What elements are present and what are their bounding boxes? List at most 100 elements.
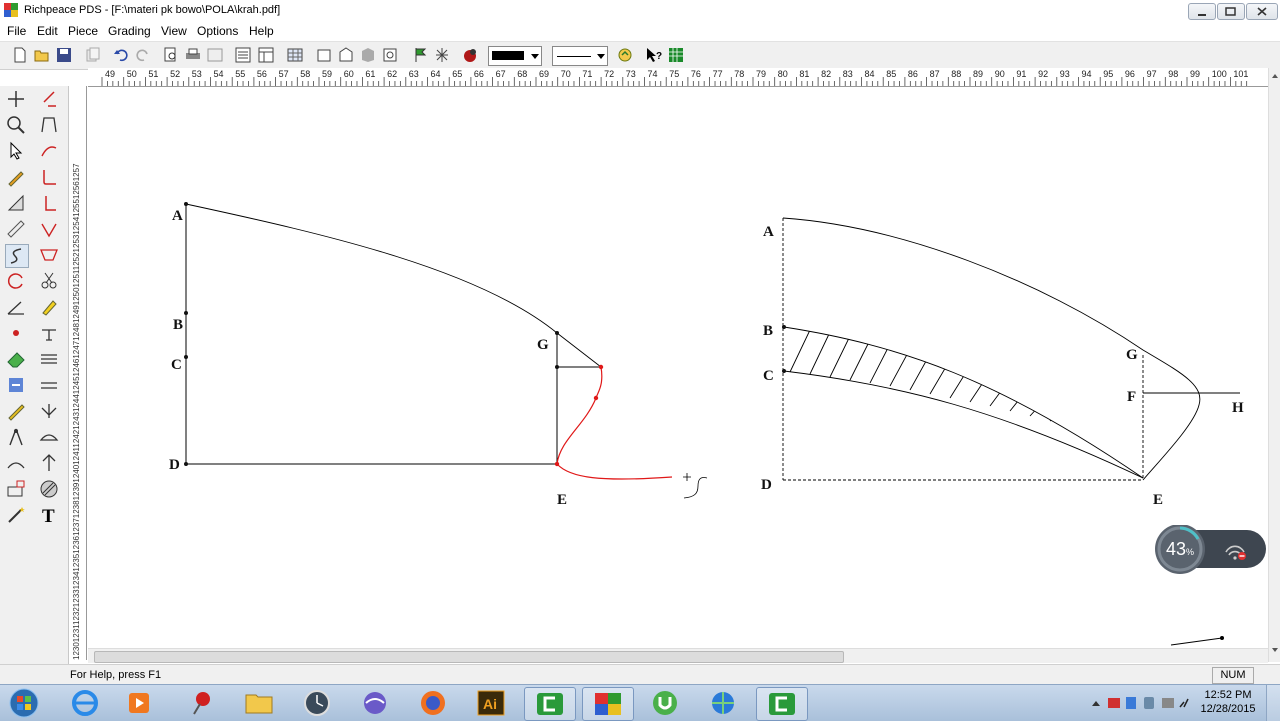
shirt-piece-icon[interactable] [315, 46, 333, 64]
camtasia-icon-1[interactable] [524, 687, 576, 721]
line-style-select[interactable] [552, 46, 608, 66]
network-globe-icon[interactable] [698, 687, 748, 719]
menu-piece[interactable]: Piece [68, 24, 98, 38]
context-help-icon[interactable]: ? [645, 46, 663, 64]
shape-icon[interactable] [38, 114, 60, 136]
triangle-ruler-icon[interactable] [5, 192, 27, 214]
show-desktop-button[interactable] [1266, 685, 1280, 721]
point-d[interactable] [184, 462, 188, 466]
minimize-button[interactable] [1188, 3, 1216, 20]
redo-icon[interactable] [134, 46, 152, 64]
color-fill-icon[interactable] [461, 46, 479, 64]
copy-icon[interactable] [84, 46, 102, 64]
point-a[interactable] [184, 202, 188, 206]
left-pattern-piece[interactable]: A B C D G E [169, 202, 708, 508]
save-icon[interactable] [55, 46, 73, 64]
walk-icon[interactable] [433, 46, 451, 64]
menu-options[interactable]: Options [197, 24, 238, 38]
curve-tool-icon[interactable] [5, 244, 29, 268]
network-speed-widget[interactable]: 43% [1154, 525, 1266, 575]
zoom-icon[interactable] [5, 114, 27, 136]
plot-icon[interactable] [206, 46, 224, 64]
magic-wand-icon[interactable] [5, 504, 27, 526]
file-explorer-icon[interactable] [234, 687, 284, 719]
horizontal-scroll-thumb[interactable] [94, 651, 844, 663]
marker-icon[interactable] [38, 296, 60, 318]
point-b[interactable] [184, 311, 188, 315]
point-mid[interactable] [555, 365, 559, 369]
hatch-icon[interactable] [38, 478, 60, 500]
refresh-icon[interactable] [616, 46, 634, 64]
piece-list-icon[interactable] [234, 46, 252, 64]
circle-tool-icon[interactable] [5, 270, 27, 292]
print-preview-icon[interactable] [162, 46, 180, 64]
illustrator-icon[interactable]: Ai [466, 687, 516, 719]
label-icon[interactable] [5, 478, 27, 500]
seam-icon[interactable] [38, 374, 60, 396]
measure-icon[interactable] [381, 46, 399, 64]
drawing-canvas[interactable]: A B C D G E A B C D G F H E [88, 86, 1268, 648]
menu-help[interactable]: Help [249, 24, 274, 38]
button-hole-icon[interactable] [38, 426, 60, 448]
internet-explorer-icon[interactable] [60, 687, 110, 719]
pin-app-icon[interactable] [176, 687, 226, 719]
point-right-c[interactable] [782, 369, 786, 373]
point-c[interactable] [184, 355, 188, 359]
menu-edit[interactable]: Edit [37, 24, 58, 38]
taskbar-clock[interactable]: 12:52 PM 12/28/2015 [1198, 688, 1258, 716]
notch-icon[interactable] [38, 322, 60, 344]
right-pattern-piece[interactable]: A B C D G F H E [761, 217, 1244, 508]
maximize-button[interactable] [1217, 3, 1245, 20]
block-icon[interactable] [359, 46, 377, 64]
menu-grading[interactable]: Grading [108, 24, 151, 38]
edit-red-curve[interactable] [556, 366, 673, 480]
fold-icon[interactable] [38, 244, 60, 266]
menu-view[interactable]: View [161, 24, 187, 38]
scissors-icon[interactable] [38, 270, 60, 292]
dart-icon[interactable] [38, 218, 60, 240]
eclipse-app-icon[interactable] [350, 687, 400, 719]
line-color-select[interactable] [488, 46, 542, 66]
firefox-icon[interactable] [408, 687, 458, 719]
eraser-icon[interactable] [5, 348, 27, 370]
start-button[interactable] [4, 687, 44, 719]
layout-icon[interactable] [257, 46, 275, 64]
pleat-icon[interactable] [38, 348, 60, 370]
knife-icon[interactable] [5, 400, 27, 422]
media-player-icon[interactable] [114, 687, 164, 719]
angle-icon[interactable] [5, 296, 27, 318]
grade-icon[interactable] [337, 46, 355, 64]
point-icon[interactable] [5, 322, 27, 344]
point-right-b[interactable] [782, 325, 786, 329]
drill-icon[interactable] [38, 452, 60, 474]
vertical-scrollbar[interactable] [1268, 68, 1280, 662]
point-g[interactable] [555, 331, 559, 335]
new-file-icon[interactable] [11, 46, 29, 64]
perpendicular-icon[interactable] [38, 192, 60, 214]
select-arrow-icon[interactable] [5, 140, 27, 162]
menu-file[interactable]: File [7, 24, 26, 38]
arc-icon[interactable] [5, 452, 27, 474]
delete-point-icon[interactable] [38, 88, 60, 110]
flag-icon[interactable] [411, 46, 429, 64]
add-point-icon[interactable] [5, 88, 27, 110]
richpeace-icon[interactable] [582, 687, 634, 721]
undo-icon[interactable] [112, 46, 130, 64]
table-icon[interactable] [286, 46, 304, 64]
grid-icon[interactable] [667, 46, 685, 64]
print-icon[interactable] [184, 46, 202, 64]
corner-icon[interactable] [38, 166, 60, 188]
text-tool-icon[interactable]: T [38, 504, 60, 527]
close-button[interactable] [1246, 3, 1278, 20]
clock-app-icon[interactable] [292, 687, 342, 719]
red-control-point[interactable] [593, 395, 599, 401]
open-folder-icon[interactable] [33, 46, 51, 64]
pencil-icon[interactable] [5, 166, 27, 188]
utorrent-icon[interactable] [640, 687, 690, 719]
mirror-icon[interactable] [38, 400, 60, 422]
red-control-point[interactable] [554, 461, 560, 467]
red-control-point[interactable] [598, 364, 604, 370]
camtasia-icon-2[interactable] [756, 687, 808, 721]
ruler-icon[interactable] [5, 218, 27, 240]
edit-curve-icon[interactable] [38, 140, 60, 162]
